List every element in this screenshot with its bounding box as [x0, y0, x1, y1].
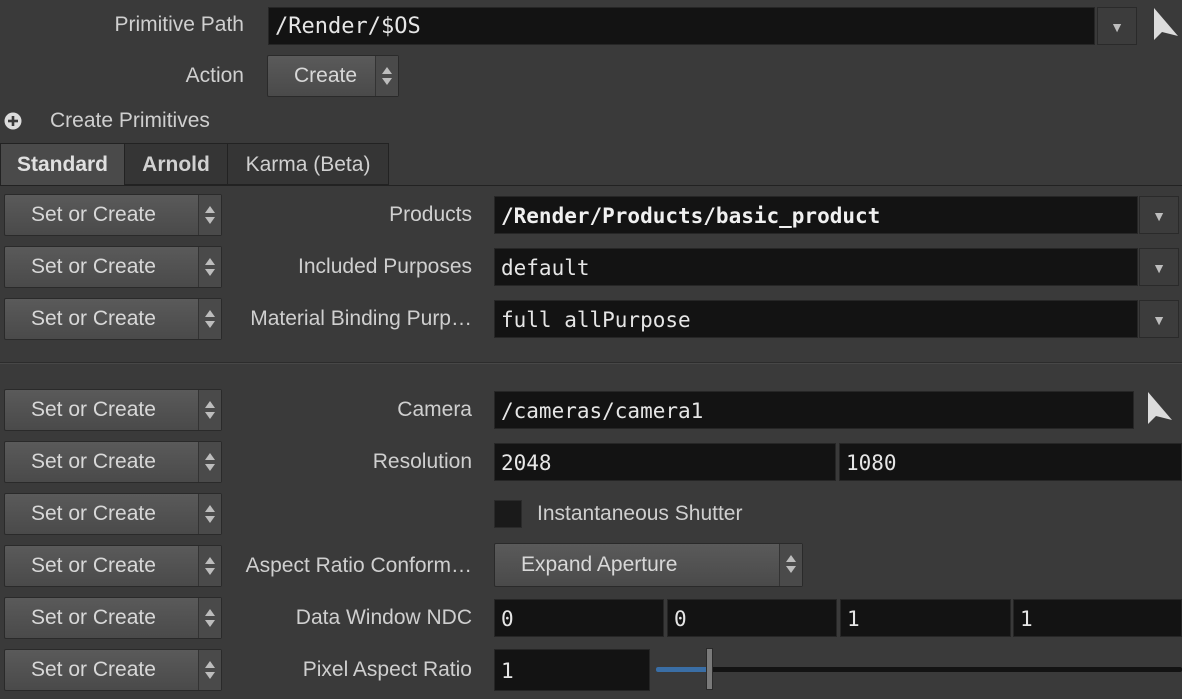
up-down-arrows-icon — [198, 546, 221, 586]
section-divider — [0, 362, 1182, 364]
chevron-down-icon: ▼ — [1110, 19, 1124, 35]
set-or-create-label: Set or Create — [31, 203, 156, 226]
instantaneous-shutter-checkbox[interactable] — [494, 500, 522, 528]
aspect-conform-label: Aspect Ratio Conform… — [245, 554, 472, 577]
up-down-arrows-icon — [198, 299, 221, 339]
products-dropdown[interactable]: ▼ — [1139, 196, 1179, 234]
set-or-create-menu-pixel-aspect[interactable]: Set or Create — [4, 649, 222, 691]
set-or-create-menu-purposes[interactable]: Set or Create — [4, 246, 222, 288]
resolution-label: Resolution — [372, 450, 472, 473]
action-label: Action — [185, 64, 244, 87]
set-or-create-menu-products[interactable]: Set or Create — [4, 194, 222, 236]
primitive-path-dropdown[interactable]: ▼ — [1097, 7, 1137, 45]
products-field[interactable]: /Render/Products/basic_product — [494, 196, 1138, 234]
pixel-aspect-slider-track[interactable] — [656, 667, 1182, 672]
up-down-arrows-icon — [198, 598, 221, 638]
material-binding-dropdown[interactable]: ▼ — [1139, 300, 1179, 338]
included-purposes-dropdown[interactable]: ▼ — [1139, 248, 1179, 286]
data-window-ymin-field[interactable]: 0 — [667, 599, 837, 637]
up-down-arrows-icon — [198, 390, 221, 430]
material-binding-field[interactable]: full allPurpose — [494, 300, 1138, 338]
set-or-create-label: Set or Create — [31, 255, 156, 278]
products-label: Products — [389, 203, 472, 226]
included-purposes-field[interactable]: default — [494, 248, 1138, 286]
data-window-xmax-field[interactable]: 1 — [840, 599, 1011, 637]
data-window-label: Data Window NDC — [295, 606, 472, 629]
set-or-create-label: Set or Create — [31, 606, 156, 629]
pixel-aspect-slider-handle[interactable] — [705, 648, 713, 690]
set-or-create-label: Set or Create — [31, 658, 156, 681]
set-or-create-menu-material-binding[interactable]: Set or Create — [4, 298, 222, 340]
node-picker-icon[interactable] — [1150, 6, 1182, 44]
pixel-aspect-slider-fill — [656, 667, 709, 672]
set-or-create-menu-data-window[interactable]: Set or Create — [4, 597, 222, 639]
up-down-arrows-icon — [779, 544, 802, 586]
action-menu[interactable]: Create — [267, 55, 399, 97]
pixel-aspect-label: Pixel Aspect Ratio — [302, 658, 472, 681]
camera-field[interactable]: /cameras/camera1 — [494, 391, 1134, 429]
set-or-create-label: Set or Create — [31, 398, 156, 421]
up-down-arrows-icon — [198, 494, 221, 534]
data-window-xmin-field[interactable]: 0 — [494, 599, 664, 637]
set-or-create-menu-camera[interactable]: Set or Create — [4, 389, 222, 431]
set-or-create-menu-resolution[interactable]: Set or Create — [4, 441, 222, 483]
camera-label: Camera — [397, 398, 472, 421]
chevron-down-icon: ▼ — [1152, 312, 1166, 328]
up-down-arrows-icon — [198, 650, 221, 690]
up-down-arrows-icon — [198, 442, 221, 482]
set-or-create-label: Set or Create — [31, 307, 156, 330]
set-or-create-label: Set or Create — [31, 554, 156, 577]
set-or-create-menu-shutter[interactable]: Set or Create — [4, 493, 222, 535]
tab-standard[interactable]: Standard — [0, 143, 125, 185]
resolution-width-field[interactable]: 2048 — [494, 443, 836, 481]
set-or-create-menu-aspect-conform[interactable]: Set or Create — [4, 545, 222, 587]
primitive-path-field[interactable]: /Render/$OS — [268, 7, 1095, 45]
node-picker-icon[interactable] — [1144, 390, 1178, 428]
up-down-arrows-icon — [375, 56, 398, 96]
chevron-down-icon: ▼ — [1152, 260, 1166, 276]
included-purposes-label: Included Purposes — [298, 255, 472, 278]
tab-karma[interactable]: Karma (Beta) — [227, 143, 389, 185]
aspect-conform-value: Expand Aperture — [521, 553, 678, 576]
set-or-create-label: Set or Create — [31, 502, 156, 525]
instantaneous-shutter-label: Instantaneous Shutter — [537, 502, 743, 525]
aspect-conform-menu[interactable]: Expand Aperture — [494, 543, 803, 587]
add-circle-icon[interactable] — [3, 111, 23, 131]
pixel-aspect-field[interactable]: 1 — [494, 649, 650, 691]
data-window-ymax-field[interactable]: 1 — [1013, 599, 1182, 637]
primitive-path-label: Primitive Path — [114, 13, 244, 36]
set-or-create-label: Set or Create — [31, 450, 156, 473]
action-menu-value: Create — [294, 64, 358, 87]
tab-arnold[interactable]: Arnold — [124, 143, 228, 185]
up-down-arrows-icon — [198, 195, 221, 235]
create-primitives-label: Create Primitives — [50, 109, 210, 132]
material-binding-label: Material Binding Purp… — [250, 307, 472, 330]
up-down-arrows-icon — [198, 247, 221, 287]
chevron-down-icon: ▼ — [1152, 208, 1166, 224]
resolution-height-field[interactable]: 1080 — [839, 443, 1182, 481]
